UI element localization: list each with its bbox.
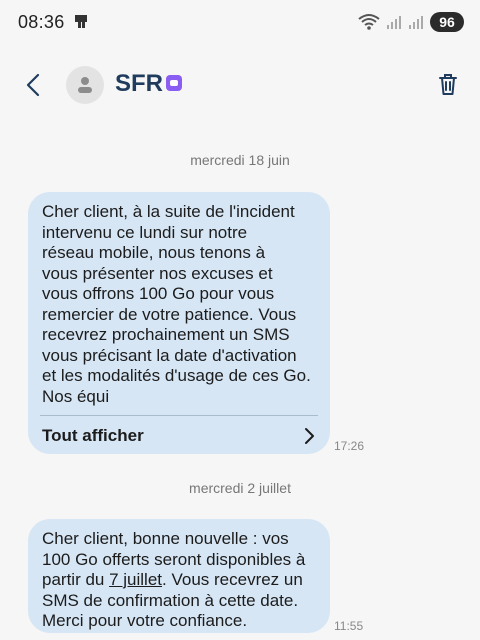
date-separator: mercredi 18 juin bbox=[190, 152, 290, 168]
chevron-right-icon bbox=[305, 428, 314, 445]
show-all-button[interactable]: Tout afficher bbox=[42, 416, 316, 447]
wifi-icon bbox=[358, 14, 380, 30]
date-separator: mercredi 2 juillet bbox=[189, 480, 291, 496]
date-link[interactable]: 7 juillet bbox=[109, 570, 162, 589]
message-time: 17:26 bbox=[334, 439, 365, 453]
notification-icon bbox=[75, 15, 87, 28]
conversation-header: SFR bbox=[0, 58, 480, 112]
show-all-label: Tout afficher bbox=[42, 426, 144, 445]
signal-icon-2 bbox=[409, 16, 423, 29]
contact-name[interactable]: SFR bbox=[115, 70, 163, 98]
trash-icon[interactable] bbox=[434, 70, 462, 98]
badge-icon bbox=[166, 75, 182, 91]
message-text: Cher client, bonne nouvelle : vos 100 Go… bbox=[42, 529, 316, 632]
message-text: Cher client, à la suite de l'incident in… bbox=[42, 202, 311, 406]
status-right: 96 bbox=[358, 12, 464, 32]
message-bubble[interactable]: Cher client, à la suite de l'incident in… bbox=[28, 192, 330, 454]
status-time: 08:36 bbox=[18, 12, 65, 32]
status-bar: 08:36 96 bbox=[0, 0, 480, 44]
avatar-icon bbox=[78, 77, 92, 93]
message-bubble[interactable]: Cher client, bonne nouvelle : vos 100 Go… bbox=[28, 519, 330, 633]
battery-badge: 96 bbox=[430, 12, 464, 32]
signal-icon bbox=[387, 16, 401, 29]
avatar[interactable] bbox=[66, 66, 104, 104]
message-time: 11:55 bbox=[334, 619, 364, 633]
back-icon[interactable] bbox=[20, 71, 48, 99]
